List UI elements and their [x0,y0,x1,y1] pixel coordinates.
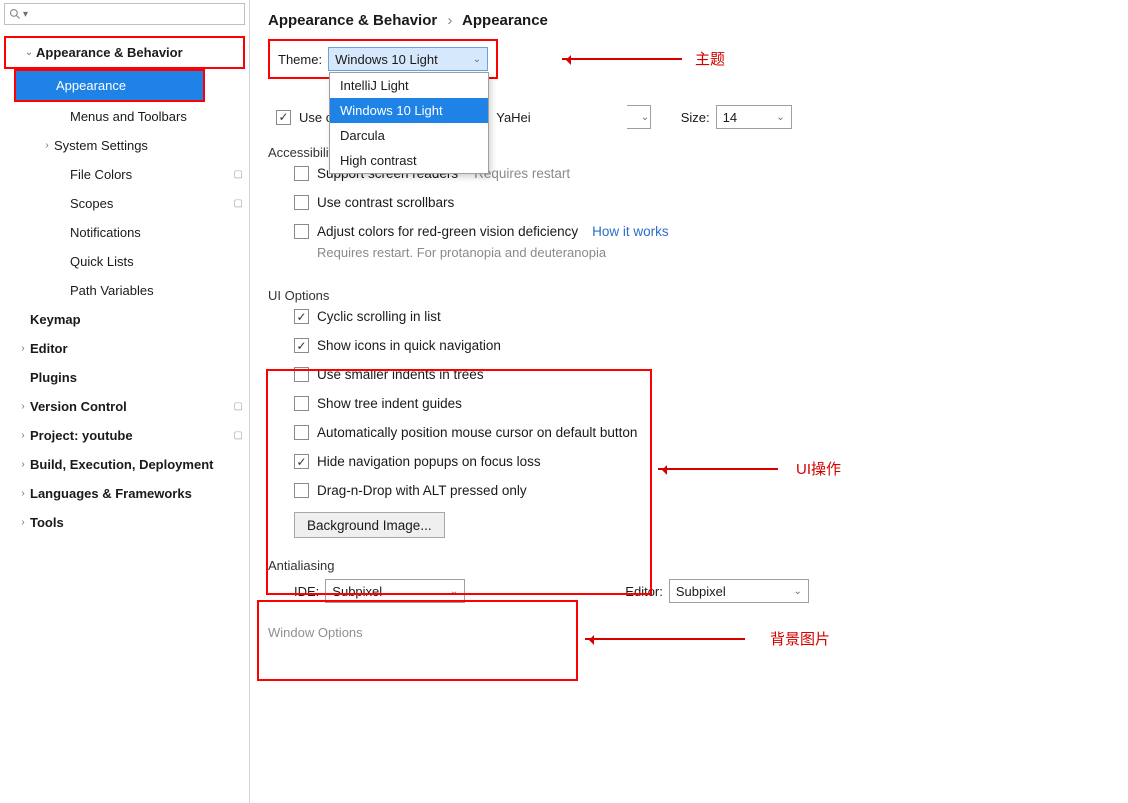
font-family-suffix: YaHei [496,110,530,125]
tree-plugins[interactable]: Plugins [0,363,249,392]
theme-option-1[interactable]: Windows 10 Light [330,98,488,123]
hide-nav-label: Hide navigation popups on focus loss [317,454,541,469]
search-input[interactable]: ▾ [4,3,245,25]
chevron-down-icon: ⌄ [473,54,481,65]
tree-notifications[interactable]: Notifications [0,218,249,247]
font-size-label: Size: [681,110,710,125]
tree-editor[interactable]: ›Editor [0,334,249,363]
tree-file-colors[interactable]: File Colors▢ [0,160,249,189]
theme-option-2[interactable]: Darcula [330,123,488,148]
project-badge-icon: ▢ [234,198,243,209]
search-history-chevron[interactable]: ▾ [23,9,28,20]
smaller-indents-label: Use smaller indents in trees [317,367,484,382]
theme-label: Theme: [278,52,322,67]
editor-antialiasing-value: Subpixel [676,584,786,599]
font-size-value: 14 [723,110,769,125]
project-badge-icon: ▢ [234,169,243,180]
theme-option-0[interactable]: IntelliJ Light [330,73,488,98]
annotation-theme: 主题 [695,48,725,69]
cyclic-scrolling-label: Cyclic scrolling in list [317,309,441,324]
how-it-works-link[interactable]: How it works [592,224,669,239]
auto-mouse-checkbox[interactable] [294,425,309,440]
annotation-box-bg [257,600,578,681]
tree-menus-toolbars[interactable]: Menus and Toolbars [0,102,249,131]
contrast-scrollbars-label: Use contrast scrollbars [317,195,454,210]
settings-tree: ⌄Appearance & Behavior Appearance Menus … [0,27,249,803]
editor-antialiasing-combo[interactable]: Subpixel ⌄ [669,579,809,603]
font-size-combo[interactable]: 14 ⌄ [716,105,792,129]
tree-version-control[interactable]: ›Version Control▢ [0,392,249,421]
color-deficiency-checkbox[interactable] [294,224,309,239]
cyclic-scrolling-checkbox[interactable] [294,309,309,324]
chevron-down-icon: ⌄ [776,112,784,123]
breadcrumb-leaf: Appearance [462,12,548,29]
search-field[interactable] [32,7,240,22]
project-badge-icon: ▢ [234,401,243,412]
breadcrumb-root[interactable]: Appearance & Behavior [268,12,437,29]
tree-appearance[interactable]: Appearance [16,71,203,100]
use-custom-font-label: Use c [299,110,332,125]
tree-project[interactable]: ›Project: youtube▢ [0,421,249,450]
project-badge-icon: ▢ [234,430,243,441]
theme-value: Windows 10 Light [335,52,465,67]
use-custom-font-checkbox[interactable] [276,110,291,125]
tree-appearance-behavior[interactable]: ⌄Appearance & Behavior [6,38,243,67]
breadcrumb: Appearance & Behavior › Appearance [268,12,1128,39]
show-icons-label: Show icons in quick navigation [317,338,501,353]
background-image-button[interactable]: Background Image... [294,512,445,538]
hide-nav-checkbox[interactable] [294,454,309,469]
tree-path-variables[interactable]: Path Variables [0,276,249,305]
ui-options-title: UI Options [268,288,1128,303]
font-family-combo-chevron[interactable]: ⌄ [627,105,651,129]
tree-languages[interactable]: ›Languages & Frameworks [0,479,249,508]
tree-guides-label: Show tree indent guides [317,396,462,411]
tree-tools[interactable]: ›Tools [0,508,249,537]
editor-antialiasing-label: Editor: [625,584,663,599]
tree-system-settings[interactable]: ›System Settings [0,131,249,160]
tree-quick-lists[interactable]: Quick Lists [0,247,249,276]
theme-option-3[interactable]: High contrast [330,148,488,173]
theme-combo[interactable]: Windows 10 Light ⌄ [328,47,488,71]
ide-antialiasing-value: Subpixel [332,584,442,599]
tree-keymap[interactable]: Keymap [0,305,249,334]
show-icons-checkbox[interactable] [294,338,309,353]
window-options-title: Window Options [268,625,1128,640]
search-icon [9,8,21,20]
chevron-down-icon: ⌄ [641,112,649,123]
color-deficiency-label: Adjust colors for red-green vision defic… [317,224,578,239]
screen-readers-checkbox[interactable] [294,166,309,181]
theme-dropdown: IntelliJ Light Windows 10 Light Darcula … [329,72,489,174]
content-panel: Appearance & Behavior › Appearance Theme… [250,0,1128,803]
auto-mouse-label: Automatically position mouse cursor on d… [317,425,637,440]
smaller-indents-checkbox[interactable] [294,367,309,382]
drag-alt-checkbox[interactable] [294,483,309,498]
chevron-down-icon: ⌄ [450,586,458,597]
tree-scopes[interactable]: Scopes▢ [0,189,249,218]
ide-antialiasing-combo[interactable]: Subpixel ⌄ [325,579,465,603]
chevron-down-icon: ⌄ [793,586,801,597]
tree-guides-checkbox[interactable] [294,396,309,411]
contrast-scrollbars-checkbox[interactable] [294,195,309,210]
antialiasing-title: Antialiasing [268,558,1128,573]
sidebar: ▾ ⌄Appearance & Behavior Appearance Menu… [0,0,250,803]
ide-antialiasing-label: IDE: [294,584,319,599]
color-deficiency-hint: Requires restart. For protanopia and deu… [317,245,1128,260]
annotation-arrow-theme [562,58,682,60]
tree-build[interactable]: ›Build, Execution, Deployment [0,450,249,479]
drag-alt-label: Drag-n-Drop with ALT pressed only [317,483,527,498]
